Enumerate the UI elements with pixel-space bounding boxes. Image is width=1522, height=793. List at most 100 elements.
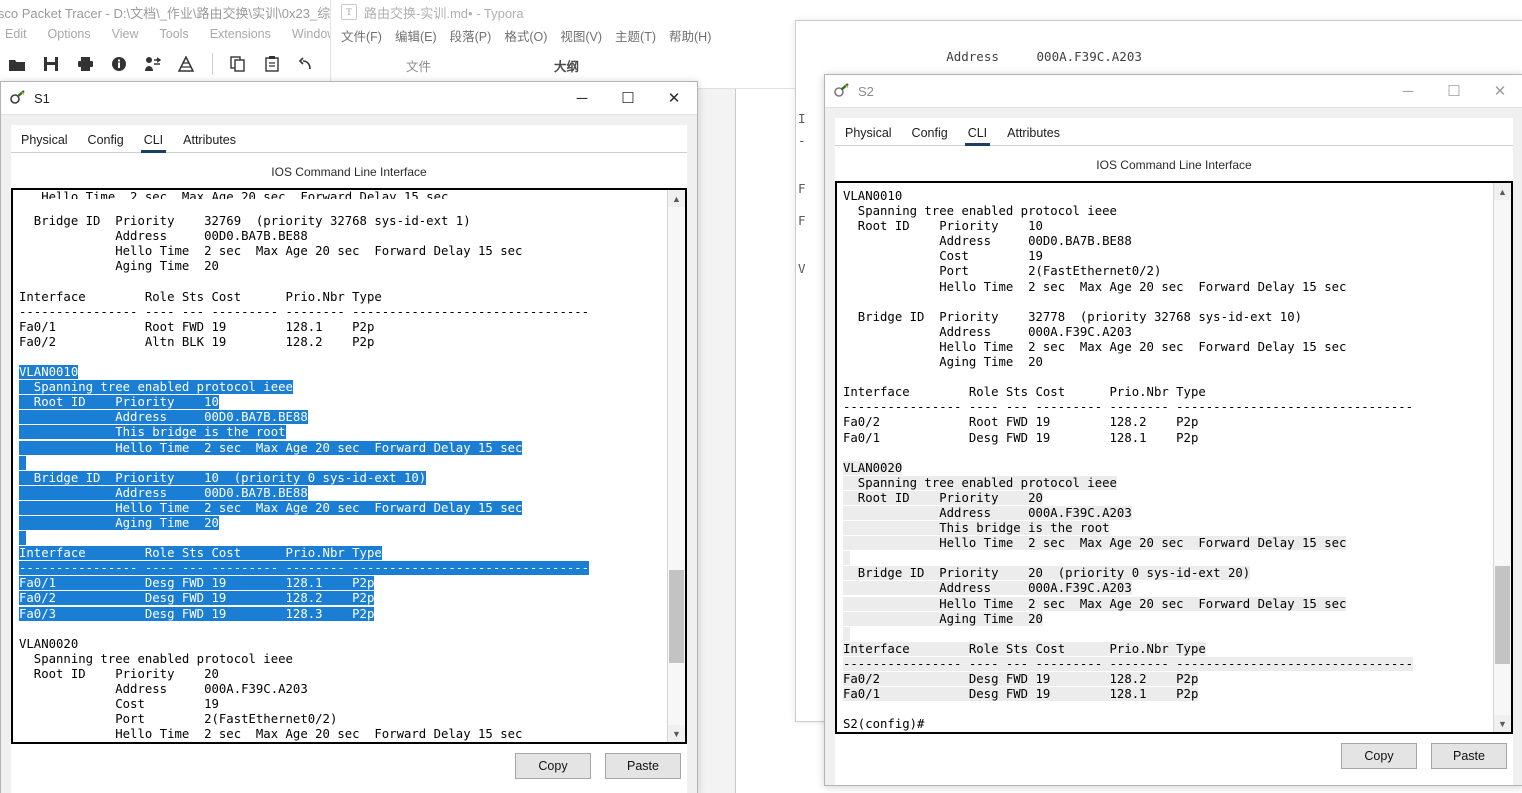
s2-titlebar[interactable]: S2 ─ ☐ ✕ xyxy=(825,75,1522,108)
cli-line: Port 2(FastEthernet0/2) xyxy=(19,712,667,727)
cli-line-text: Spanning tree enabled protocol ieee xyxy=(19,651,293,666)
activity-wizard-icon[interactable] xyxy=(140,50,166,78)
s1-tab-cli[interactable]: CLI xyxy=(134,129,173,153)
s1-close-button[interactable]: ✕ xyxy=(651,83,697,114)
copy-icon[interactable] xyxy=(225,50,251,78)
s1-window-controls[interactable]: ─ ☐ ✕ xyxy=(559,83,697,114)
cli-line xyxy=(19,531,667,546)
typora-menu-help[interactable]: 帮助(H) xyxy=(669,26,711,45)
cli-line: Address 000A.F39C.A203 xyxy=(19,682,667,697)
cli-line: Fa0/1 Desg FWD 19 128.1 P2p xyxy=(19,576,667,591)
typora-menubar[interactable]: 文件(F) 编辑(E) 段落(P) 格式(O) 视图(V) 主题(T) 帮助(H… xyxy=(331,24,804,46)
cli-line xyxy=(843,551,1493,566)
info-icon[interactable] xyxy=(106,50,132,78)
s2-tab-config[interactable]: Config xyxy=(902,122,958,145)
s2-scroll-down-icon[interactable]: ▼ xyxy=(1494,715,1511,733)
s2-cli-area[interactable]: VLAN0010 Spanning tree enabled protocol … xyxy=(835,181,1513,735)
packet-tracer-device-icon xyxy=(10,90,26,106)
s2-copy-button[interactable]: Copy xyxy=(1341,743,1417,770)
cli-line: VLAN0020 xyxy=(19,637,667,652)
typora-menu-view[interactable]: 视图(V) xyxy=(560,26,602,45)
s1-titlebar[interactable]: S1 ─ ☐ ✕ xyxy=(1,82,697,115)
s2-tabstrip[interactable]: Physical Config CLI Attributes xyxy=(835,118,1513,146)
s1-tab-config[interactable]: Config xyxy=(78,129,134,152)
s1-scroll-up-icon[interactable]: ▲ xyxy=(668,190,685,207)
s1-scroll-thumb[interactable] xyxy=(669,570,684,663)
typora-menu-paragraph[interactable]: 段落(P) xyxy=(450,26,492,45)
s2-scroll-track[interactable] xyxy=(1494,200,1511,716)
cli-line-text: Port 2(FastEthernet0/2) xyxy=(19,712,338,727)
cli-line-text: Address 000A.F39C.A203 xyxy=(843,581,1132,596)
s2-device-window[interactable]: S2 ─ ☐ ✕ Physical Config CLI Attributes … xyxy=(824,74,1522,786)
typora-tab-files[interactable]: 文件 xyxy=(406,56,431,75)
typora-menu-format[interactable]: 格式(O) xyxy=(504,26,547,45)
s1-tabstrip[interactable]: Physical Config CLI Attributes xyxy=(11,125,687,153)
s2-tab-physical[interactable]: Physical xyxy=(835,122,902,145)
s1-paste-button[interactable]: Paste xyxy=(605,753,681,780)
menu-tools[interactable]: Tools xyxy=(160,27,189,41)
s1-tab-physical[interactable]: Physical xyxy=(11,129,78,152)
s1-minimize-button[interactable]: ─ xyxy=(559,83,605,114)
menu-edit[interactable]: Edit xyxy=(5,27,27,41)
cli-line: Spanning tree enabled protocol ieee xyxy=(843,475,1493,491)
background-window-char-2: - xyxy=(798,133,806,148)
cli-line-text: Bridge ID Priority 10 (priority 0 sys-id… xyxy=(19,470,427,485)
cli-line-text xyxy=(843,370,850,384)
network-icon[interactable] xyxy=(174,50,200,78)
s1-tab-attributes[interactable]: Attributes xyxy=(173,129,246,152)
cli-line: VLAN0010 xyxy=(19,365,667,380)
s2-tab-cli[interactable]: CLI xyxy=(958,122,997,146)
cli-line xyxy=(843,626,1493,642)
cli-line: Aging Time 20 xyxy=(843,355,1493,370)
typora-sidebar-tabs[interactable]: 文件 大纲 xyxy=(331,46,804,84)
s2-scroll-up-icon[interactable]: ▲ xyxy=(1494,183,1511,200)
open-folder-icon[interactable] xyxy=(4,50,30,78)
s2-close-button[interactable]: ✕ xyxy=(1477,76,1522,107)
cli-line: Cost 19 xyxy=(843,249,1493,264)
menu-extensions[interactable]: Extensions xyxy=(210,27,271,41)
cli-line xyxy=(19,622,667,637)
s2-maximize-button[interactable]: ☐ xyxy=(1431,76,1477,107)
s1-cli-area[interactable]: Hello Time 2 sec Max Age 20 sec Forward … xyxy=(11,188,687,745)
typora-menu-file[interactable]: 文件(F) xyxy=(341,26,382,45)
cli-line-text: Interface Role Sts Cost Prio.Nbr Type xyxy=(843,385,1206,400)
cli-line-text: Address 00D0.BA7B.BE88 xyxy=(19,485,308,500)
cli-line-text: Interface Role Sts Cost Prio.Nbr Type xyxy=(843,641,1206,656)
cli-line xyxy=(843,446,1493,461)
s1-device-window[interactable]: S1 ─ ☐ ✕ Physical Config CLI Attributes … xyxy=(0,81,698,793)
cli-line: Hello Time 2 sec Max Age 20 sec Forward … xyxy=(843,596,1493,612)
s2-cli-output[interactable]: VLAN0010 Spanning tree enabled protocol … xyxy=(837,183,1493,732)
cli-line-text xyxy=(19,455,27,470)
s2-tab-attributes[interactable]: Attributes xyxy=(997,122,1070,145)
save-icon[interactable] xyxy=(38,50,64,78)
paste-icon[interactable] xyxy=(259,50,285,78)
cli-line xyxy=(843,370,1493,385)
s2-scroll-thumb[interactable] xyxy=(1495,566,1510,664)
s2-paste-button[interactable]: Paste xyxy=(1431,743,1507,770)
typora-menu-theme[interactable]: 主题(T) xyxy=(615,26,656,45)
cli-line-text: ---------------- ---- --- --------- ----… xyxy=(19,561,590,576)
s1-cli-scrollbar[interactable]: ▲ ▼ xyxy=(667,190,685,743)
menu-view[interactable]: View xyxy=(112,27,139,41)
undo-icon[interactable] xyxy=(293,50,319,78)
s2-cli-scrollbar[interactable]: ▲ ▼ xyxy=(1493,183,1511,733)
menu-options[interactable]: Options xyxy=(48,27,91,41)
cli-line xyxy=(19,199,667,214)
cli-line: Cost 19 xyxy=(19,697,667,712)
cli-line-text: Address 00D0.BA7B.BE88 xyxy=(19,229,308,244)
s2-minimize-button[interactable]: ─ xyxy=(1385,76,1431,107)
cli-line: Hello Time 2 sec Max Age 20 sec Forward … xyxy=(19,244,667,259)
cli-line-text: Hello Time 2 sec Max Age 20 sec Forward … xyxy=(843,536,1347,551)
cli-line: This bridge is the root xyxy=(19,425,667,440)
s1-cli-output[interactable]: Hello Time 2 sec Max Age 20 sec Forward … xyxy=(13,190,667,742)
print-icon[interactable] xyxy=(72,50,98,78)
s1-scroll-down-icon[interactable]: ▼ xyxy=(668,725,685,743)
s1-scroll-track[interactable] xyxy=(668,207,685,726)
s2-window-controls[interactable]: ─ ☐ ✕ xyxy=(1385,76,1522,107)
typora-tab-outline[interactable]: 大纲 xyxy=(554,56,579,75)
s1-copy-button[interactable]: Copy xyxy=(515,753,591,780)
cli-line-text: Interface Role Sts Cost Prio.Nbr Type xyxy=(19,546,382,561)
s1-maximize-button[interactable]: ☐ xyxy=(605,83,651,114)
typora-menu-edit[interactable]: 编辑(E) xyxy=(395,26,437,45)
cli-line: Address 00D0.BA7B.BE88 xyxy=(19,229,667,244)
